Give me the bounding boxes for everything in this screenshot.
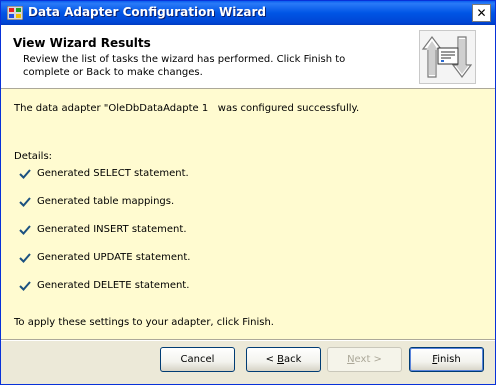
button-separator (1, 339, 495, 341)
title-bar[interactable]: Data Adapter Configuration Wizard ✕ (1, 1, 495, 25)
task-label: Generated table mappings. (37, 196, 175, 207)
data-exchange-icon (419, 30, 476, 84)
finish-button-label: Finish (432, 354, 461, 365)
wizard-window: Data Adapter Configuration Wizard ✕ View… (0, 0, 496, 385)
app-icon (7, 6, 23, 20)
page-description-line: Review the list of tasks the wizard has … (23, 54, 346, 65)
checkmark-icon (19, 169, 31, 179)
task-label: Generated INSERT statement. (37, 224, 187, 235)
checkmark-icon (19, 225, 31, 235)
cancel-button-label: Cancel (180, 354, 215, 365)
footer-message: To apply these settings to your adapter,… (14, 317, 274, 328)
status-message: The data adapter "OleDbDataAdapte 1 was … (14, 103, 360, 114)
wizard-header: View Wizard Results Review the list of t… (1, 25, 495, 89)
checkmark-icon (19, 281, 31, 291)
page-description-line: complete or Back to make changes. (23, 67, 203, 78)
close-icon: ✕ (476, 6, 487, 20)
next-button[interactable]: Next > (327, 347, 402, 372)
page-title: View Wizard Results (13, 36, 151, 50)
details-label: Details: (14, 151, 53, 162)
results-panel: The data adapter "OleDbDataAdapte 1 was … (1, 89, 495, 339)
close-button[interactable]: ✕ (472, 4, 491, 22)
back-button[interactable]: < Back (246, 347, 321, 372)
next-button-label: Next > (347, 354, 382, 365)
cancel-button[interactable]: Cancel (160, 347, 235, 372)
task-label: Generated UPDATE statement. (37, 252, 191, 263)
checkmark-icon (19, 197, 31, 207)
back-button-label: < Back (265, 354, 302, 365)
task-label: Generated DELETE statement. (37, 280, 190, 291)
page-description: Review the list of tasks the wizard has … (23, 53, 403, 79)
checkmark-icon (19, 253, 31, 263)
window-title: Data Adapter Configuration Wizard (28, 5, 266, 19)
finish-button[interactable]: Finish (409, 347, 484, 372)
task-label: Generated SELECT statement. (37, 168, 189, 179)
